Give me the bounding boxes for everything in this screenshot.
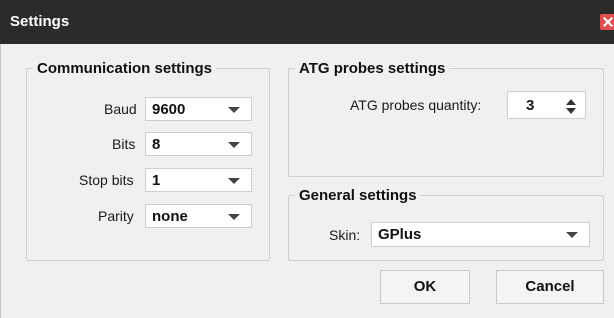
baud-label: Baud <box>104 101 137 117</box>
communication-settings-group: Communication settings <box>26 60 270 261</box>
cancel-button[interactable]: Cancel <box>496 270 604 304</box>
window-edge <box>0 44 10 318</box>
stop-bits-select[interactable]: 1 <box>145 168 252 192</box>
parity-select[interactable]: none <box>145 204 252 228</box>
atg-quantity-label: ATG probes quantity: <box>350 97 482 113</box>
stop-bits-value: 1 <box>152 172 161 189</box>
dropdown-arrow-icon[interactable] <box>228 107 240 113</box>
title-bar: Settings <box>0 0 614 44</box>
close-icon[interactable] <box>600 14 614 30</box>
dropdown-arrow-icon[interactable] <box>228 142 240 148</box>
parity-label: Parity <box>98 208 134 224</box>
atg-quantity-value: 3 <box>526 97 535 114</box>
baud-value: 9600 <box>152 101 186 118</box>
dropdown-arrow-icon[interactable] <box>228 214 240 220</box>
general-settings-legend: General settings <box>299 187 417 204</box>
atg-quantity-spinner[interactable]: 3 <box>507 91 586 119</box>
dropdown-arrow-icon[interactable] <box>566 232 578 238</box>
dropdown-arrow-icon[interactable] <box>228 178 240 184</box>
skin-label: Skin: <box>329 227 361 243</box>
baud-select[interactable]: 9600 <box>145 97 252 121</box>
parity-value: none <box>152 208 188 225</box>
bits-select[interactable]: 8 <box>145 132 252 156</box>
communication-settings-legend: Communication settings <box>37 60 213 77</box>
spin-down-icon[interactable] <box>566 108 576 114</box>
bits-label: Bits <box>112 136 136 152</box>
skin-select[interactable]: GPlus <box>371 222 590 247</box>
stop-bits-label: Stop bits <box>79 172 134 188</box>
skin-value: GPlus <box>378 226 422 243</box>
bits-value: 8 <box>152 136 161 153</box>
spin-up-icon[interactable] <box>566 99 576 105</box>
window-title: Settings <box>10 13 70 30</box>
atg-probes-settings-legend: ATG probes settings <box>299 60 446 77</box>
ok-button[interactable]: OK <box>380 270 470 304</box>
